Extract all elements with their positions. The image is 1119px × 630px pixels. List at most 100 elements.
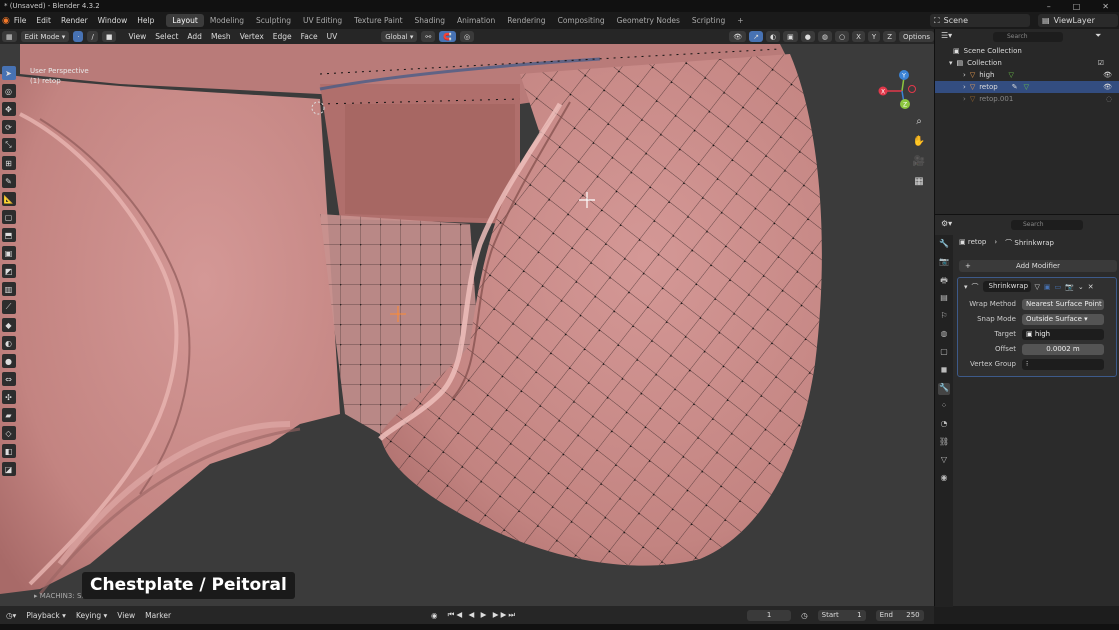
extrude-tool-icon[interactable]: ⬒	[1, 228, 16, 242]
face-select-button[interactable]: ■	[101, 31, 117, 42]
expand-arrow-icon[interactable]: ›	[963, 83, 966, 91]
navigation-gizmo[interactable]: Y X Z	[876, 69, 916, 115]
pan-hand-icon[interactable]: ✋	[912, 136, 926, 150]
tab-rendering[interactable]: Rendering	[501, 14, 551, 27]
xray-toggle[interactable]: ▣	[783, 31, 798, 42]
zoom-icon[interactable]: ⌕	[912, 116, 926, 130]
grid-view-icon[interactable]: ▦	[912, 176, 926, 190]
modifier-tab-icon[interactable]: 🔧	[938, 383, 950, 395]
add-workspace-button[interactable]: +	[731, 14, 749, 27]
playback-controls[interactable]: ⏮◀ ◀ ▶ ▶▶⏭	[448, 610, 518, 620]
data-tab-icon[interactable]: ▽	[938, 455, 950, 467]
tab-scripting[interactable]: Scripting	[686, 14, 731, 27]
tab-texture-paint[interactable]: Texture Paint	[348, 14, 408, 27]
rendered-shading-button[interactable]: ○	[835, 31, 850, 42]
viewport-toggle-icon[interactable]: ▭	[1055, 283, 1062, 291]
tab-modeling[interactable]: Modeling	[204, 14, 250, 27]
tab-shading[interactable]: Shading	[409, 14, 451, 27]
collapse-arrow-icon[interactable]: ▾	[949, 59, 953, 67]
modifier-name-field[interactable]: Shrinkwrap	[982, 281, 1031, 292]
vp-menu-vertex[interactable]: Vertex	[240, 32, 264, 41]
smooth-tool-icon[interactable]: ●	[1, 354, 16, 368]
outliner-editor-icon[interactable]: ☰▾	[941, 31, 952, 40]
edit-cage-toggle-icon[interactable]: ▽	[1035, 283, 1040, 291]
outliner-item-high[interactable]: › ▽ high ▽ 👁	[935, 69, 1119, 81]
mode-selector[interactable]: Edit Mode ▾	[20, 31, 70, 42]
add-modifier-button[interactable]: + Add Modifier	[959, 260, 1117, 272]
menu-render[interactable]: Render	[61, 16, 88, 25]
tab-animation[interactable]: Animation	[451, 14, 501, 27]
offset-field[interactable]: 0.0002 m	[1022, 343, 1104, 355]
view-layer-selector[interactable]: ▤ ViewLayer	[1038, 14, 1118, 27]
collapse-arrow-icon[interactable]: ▾	[964, 283, 968, 291]
snap-toggle[interactable]: 🧲	[439, 31, 456, 42]
keying-menu[interactable]: Keying ▾	[76, 611, 107, 620]
edit-mode-toggle-icon[interactable]: ▣	[1044, 283, 1051, 291]
scene-collection-row[interactable]: ▣ Scene Collection	[935, 45, 1119, 57]
scale-tool-icon[interactable]: ⤡	[1, 138, 16, 152]
tab-sculpting[interactable]: Sculpting	[250, 14, 297, 27]
properties-editor-icon[interactable]: ⚙▾	[941, 219, 952, 228]
mirror-x-button[interactable]: X	[852, 31, 865, 42]
view-layer-tab-icon[interactable]: ▤	[938, 293, 950, 305]
modifier-menu-icon[interactable]: ⌄	[1078, 283, 1084, 291]
bevel-tool-icon[interactable]: ◩	[1, 264, 16, 278]
vp-menu-face[interactable]: Face	[301, 32, 318, 41]
menu-help[interactable]: Help	[137, 16, 154, 25]
scene-tab-icon[interactable]: ⚐	[938, 311, 950, 323]
tab-compositing[interactable]: Compositing	[552, 14, 611, 27]
loop-cut-tool-icon[interactable]: ▥	[1, 282, 16, 296]
marker-menu[interactable]: Marker	[145, 611, 171, 620]
snap-mode-dropdown[interactable]: Outside Surface ▾	[1022, 313, 1104, 325]
extra-tool-icon[interactable]: ◪	[1, 462, 16, 476]
tab-geometry-nodes[interactable]: Geometry Nodes	[611, 14, 686, 27]
overlay-toggle[interactable]: ◐	[766, 31, 781, 42]
remove-modifier-icon[interactable]: ✕	[1088, 283, 1094, 291]
maximize-button[interactable]: □	[1073, 2, 1081, 11]
inset-tool-icon[interactable]: ▣	[1, 246, 16, 260]
vp-menu-add[interactable]: Add	[187, 32, 202, 41]
tab-layout[interactable]: Layout	[166, 14, 204, 27]
vp-menu-select[interactable]: Select	[155, 32, 178, 41]
pivot-selector[interactable]: ⚯	[421, 31, 436, 42]
vp-menu-view[interactable]: View	[128, 32, 146, 41]
checkbox-icon[interactable]: ☑	[1098, 59, 1104, 67]
solid-shading-button[interactable]: ●	[800, 31, 815, 42]
constraints-tab-icon[interactable]: ⛓	[938, 437, 950, 449]
material-tab-icon[interactable]: ◉	[938, 473, 950, 485]
target-field[interactable]: ▣ high	[1022, 328, 1104, 340]
editor-type-button[interactable]: ▦	[2, 31, 17, 42]
render-toggle-icon[interactable]: 📷	[1065, 283, 1074, 291]
current-frame-field[interactable]: 1	[747, 609, 792, 621]
close-window-button[interactable]: ✕	[1102, 2, 1109, 11]
extra-tool-icon[interactable]: ◧	[1, 444, 16, 458]
mesh-scene[interactable]	[0, 44, 934, 606]
filter-icon[interactable]: ⏷	[1095, 31, 1101, 41]
knife-tool-icon[interactable]: ⟋	[1, 300, 16, 314]
material-shading-button[interactable]: ◍	[817, 31, 832, 42]
edge-slide-tool-icon[interactable]: ⇔	[1, 372, 16, 386]
vp-menu-edge[interactable]: Edge	[273, 32, 292, 41]
measure-tool-icon[interactable]: 📐	[1, 192, 16, 206]
transform-tool-icon[interactable]: ⊞	[1, 156, 16, 170]
outliner-search-input[interactable]: Search	[993, 32, 1063, 42]
eye-closed-icon[interactable]: ◌	[1106, 95, 1112, 103]
gizmo-toggle[interactable]: ↗	[749, 31, 764, 42]
blender-logo-icon[interactable]: ◉	[2, 16, 10, 26]
spin-tool-icon[interactable]: ◐	[1, 336, 16, 350]
add-cube-tool-icon[interactable]: ▢	[1, 210, 16, 224]
options-button[interactable]: Options	[898, 31, 934, 42]
rotate-tool-icon[interactable]: ⟳	[1, 120, 16, 134]
orientation-selector[interactable]: Global ▾	[381, 31, 418, 42]
eye-icon[interactable]: 👁	[1103, 83, 1112, 91]
collection-tab-icon[interactable]: ▢	[938, 347, 950, 359]
timeline-view-menu[interactable]: View	[117, 611, 135, 620]
proportional-edit-toggle[interactable]: ◎	[459, 31, 475, 42]
shear-tool-icon[interactable]: ▰	[1, 408, 16, 422]
output-tab-icon[interactable]: 🖶	[938, 275, 950, 287]
collection-row[interactable]: ▾ ▤ Collection ☑	[935, 57, 1119, 69]
mirror-z-button[interactable]: Z	[883, 31, 896, 42]
expand-arrow-icon[interactable]: ›	[963, 95, 966, 103]
outliner-item-retop-001[interactable]: › ▽ retop.001 ◌	[935, 93, 1119, 105]
timeline-editor-icon[interactable]: ◷▾	[6, 611, 16, 620]
